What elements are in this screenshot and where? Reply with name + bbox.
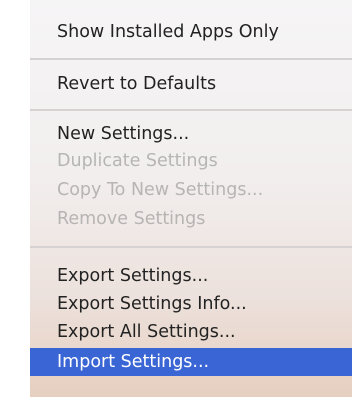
menu-separator bbox=[30, 58, 352, 60]
menu-item-copy-to-new-settings: Copy To New Settings... bbox=[57, 180, 264, 200]
menu-item-show-installed-apps-only[interactable]: Show Installed Apps Only bbox=[30, 18, 352, 46]
menu-item-export-settings-info[interactable]: Export Settings Info... bbox=[30, 290, 352, 318]
menu-separator bbox=[30, 246, 352, 248]
context-menu: Show Installed Apps Only Revert to Defau… bbox=[30, 0, 352, 397]
menu-item-import-settings[interactable]: Import Settings... bbox=[30, 348, 352, 376]
menu-item-revert-to-defaults[interactable]: Revert to Defaults bbox=[30, 70, 352, 98]
menu-item-new-settings[interactable]: New Settings... bbox=[30, 120, 352, 148]
menu-separator bbox=[30, 109, 352, 111]
menu-item-export-settings[interactable]: Export Settings... bbox=[30, 262, 352, 290]
menu-item-export-all-settings[interactable]: Export All Settings... bbox=[30, 318, 352, 346]
menu-item-remove-settings: Remove Settings bbox=[57, 209, 206, 229]
menu-item-duplicate-settings: Duplicate Settings bbox=[57, 151, 218, 171]
